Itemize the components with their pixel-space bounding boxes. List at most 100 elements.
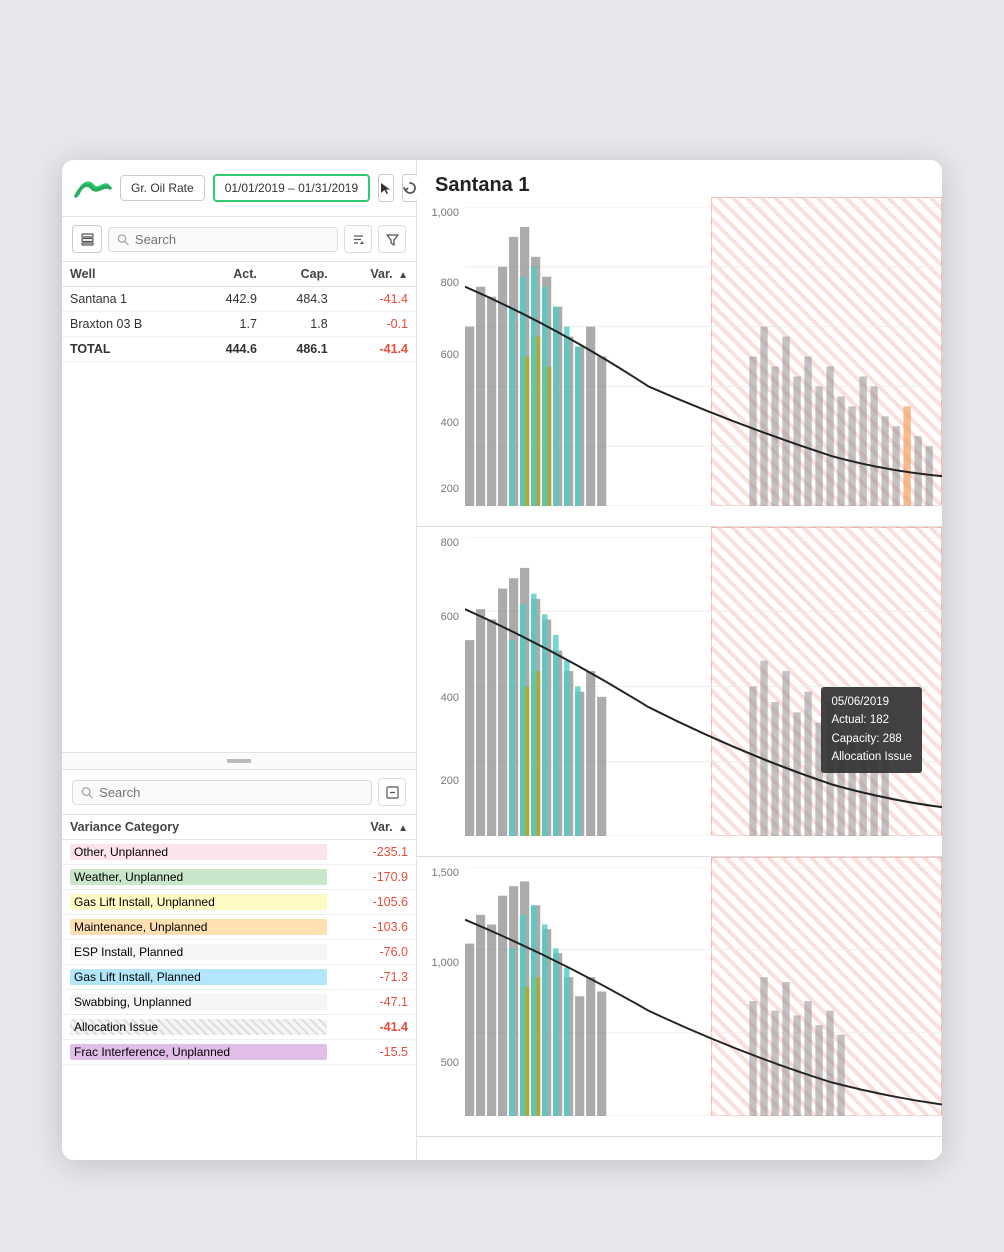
variance-search-icon [81, 786, 93, 799]
tooltip-actual: Actual: 182 [831, 711, 912, 729]
col-act[interactable]: Act. [194, 262, 265, 287]
variance-val: -15.5 [335, 1040, 416, 1065]
total-row: TOTAL 444.6 486.1 -41.4 [62, 337, 416, 362]
well-search-input-container [108, 227, 338, 252]
filter-icon [386, 233, 399, 246]
variance-table-container: Variance Category Var. ▲ Other, Unplanne… [62, 815, 416, 1065]
chart-svg-3 [465, 867, 942, 1116]
variance-cat-label: Maintenance, Unplanned [70, 919, 327, 935]
well-var: -41.4 [336, 287, 416, 312]
y-label: 1,000 [421, 207, 459, 219]
variance-search-input-container [72, 780, 372, 805]
variance-val: -105.6 [335, 890, 416, 915]
variance-row[interactable]: ESP Install, Planned -76.0 [62, 940, 416, 965]
well-cap: 1.8 [265, 312, 336, 337]
filter-button[interactable] [378, 225, 406, 253]
cursor-tool-button[interactable] [378, 174, 394, 202]
tooltip-capacity: Capacity: 288 [831, 730, 912, 748]
variance-cat-label: Weather, Unplanned [70, 869, 327, 885]
variance-row[interactable]: Gas Lift Install, Planned -71.3 [62, 965, 416, 990]
variance-cat-label: ESP Install, Planned [70, 944, 327, 960]
table-row[interactable]: Braxton 03 B 1.7 1.8 -0.1 [62, 312, 416, 337]
variance-cat-label: Allocation Issue [70, 1019, 327, 1035]
variance-sort-arrow: ▲ [398, 823, 408, 834]
tooltip-issue: Allocation Issue [831, 748, 912, 766]
well-search-bar [62, 217, 416, 262]
well-search-input[interactable] [135, 232, 329, 247]
app-logo [74, 174, 112, 202]
drag-handle [227, 759, 251, 763]
col-cap[interactable]: Cap. [265, 262, 336, 287]
well-table-container: Well Act. Cap. Var. ▲ Santana 1 442.9 48… [62, 262, 416, 362]
total-var: -41.4 [336, 337, 416, 362]
search-icon [117, 233, 129, 246]
variance-row[interactable]: Weather, Unplanned -170.9 [62, 865, 416, 890]
sort-arrow-var: ▲ [398, 270, 408, 281]
well-table: Well Act. Cap. Var. ▲ Santana 1 442.9 48… [62, 262, 416, 362]
chart-tooltip: 05/06/2019 Actual: 182 Capacity: 288 All… [821, 687, 922, 773]
total-cap: 486.1 [265, 337, 336, 362]
toolbar: Gr. Oil Rate 01/01/2019 – 01/31/2019 [62, 160, 416, 217]
well-act: 1.7 [194, 312, 265, 337]
collapse-icon [386, 786, 399, 799]
drag-divider[interactable] [62, 752, 416, 770]
variance-row[interactable]: Maintenance, Unplanned -103.6 [62, 915, 416, 940]
col-well[interactable]: Well [62, 262, 194, 287]
variance-row[interactable]: Allocation Issue -41.4 [62, 1015, 416, 1040]
variance-cat-label: Frac Interference, Unplanned [70, 1044, 327, 1060]
variance-cat-label: Other, Unplanned [70, 844, 327, 860]
empty-space [62, 362, 416, 752]
variance-row[interactable]: Swabbing, Unplanned -47.1 [62, 990, 416, 1015]
variance-cat-label: Gas Lift Install, Unplanned [70, 894, 327, 910]
well-act: 442.9 [194, 287, 265, 312]
table-view-button[interactable] [72, 225, 102, 253]
variance-val: -41.4 [335, 1015, 416, 1040]
right-panel: Santana 1 1,000 800 600 400 200 [417, 160, 942, 1160]
col-var[interactable]: Var. ▲ [336, 262, 416, 287]
variance-val: -71.3 [335, 965, 416, 990]
y-label: 400 [421, 417, 459, 429]
y-label: 1,500 [421, 867, 459, 879]
y-label: 200 [421, 775, 459, 787]
y-label: 600 [421, 611, 459, 623]
y-label: 200 [421, 483, 459, 495]
variance-search-input[interactable] [99, 785, 363, 800]
y-label: 1,000 [421, 957, 459, 969]
variance-val: -170.9 [335, 865, 416, 890]
variance-val: -47.1 [335, 990, 416, 1015]
variance-row[interactable]: Other, Unplanned -235.1 [62, 840, 416, 865]
variance-val: -76.0 [335, 940, 416, 965]
variance-row[interactable]: Frac Interference, Unplanned -15.5 [62, 1040, 416, 1065]
rate-button[interactable]: Gr. Oil Rate [120, 175, 205, 201]
refresh-button[interactable] [402, 174, 418, 202]
variance-cat-label: Gas Lift Install, Planned [70, 969, 327, 985]
variance-row[interactable]: Gas Lift Install, Unplanned -105.6 [62, 890, 416, 915]
table-row[interactable]: Santana 1 442.9 484.3 -41.4 [62, 287, 416, 312]
variance-section: Variance Category Var. ▲ Other, Unplanne… [62, 770, 416, 1160]
col-variance-var[interactable]: Var. ▲ [335, 815, 416, 840]
y-label: 800 [421, 277, 459, 289]
date-range-button[interactable]: 01/01/2019 – 01/31/2019 [213, 174, 370, 202]
chart-block-3: 1,500 1,000 500 [417, 857, 942, 1137]
well-name: Santana 1 [62, 287, 194, 312]
chart-title: Santana 1 [417, 160, 942, 197]
y-label: 400 [421, 692, 459, 704]
variance-search-bar [62, 770, 416, 815]
well-cap: 484.3 [265, 287, 336, 312]
total-label: TOTAL [62, 337, 194, 362]
variance-table: Variance Category Var. ▲ Other, Unplanne… [62, 815, 416, 1065]
col-variance-category[interactable]: Variance Category [62, 815, 335, 840]
chart-block-1: 1,000 800 600 400 200 [417, 197, 942, 527]
chart-svg-1 [465, 207, 942, 506]
chart-block-2: 800 600 400 200 05/06/2019 Actual: 182 C… [417, 527, 942, 857]
sort-icon [352, 233, 365, 246]
variance-val: -103.6 [335, 915, 416, 940]
tooltip-date: 05/06/2019 [831, 693, 912, 711]
sort-filter-button[interactable] [344, 225, 372, 253]
total-act: 444.6 [194, 337, 265, 362]
y-label: 500 [421, 1057, 459, 1069]
well-var: -0.1 [336, 312, 416, 337]
variance-cat-label: Swabbing, Unplanned [70, 994, 327, 1010]
variance-collapse-button[interactable] [378, 778, 406, 806]
y-label: 600 [421, 349, 459, 361]
